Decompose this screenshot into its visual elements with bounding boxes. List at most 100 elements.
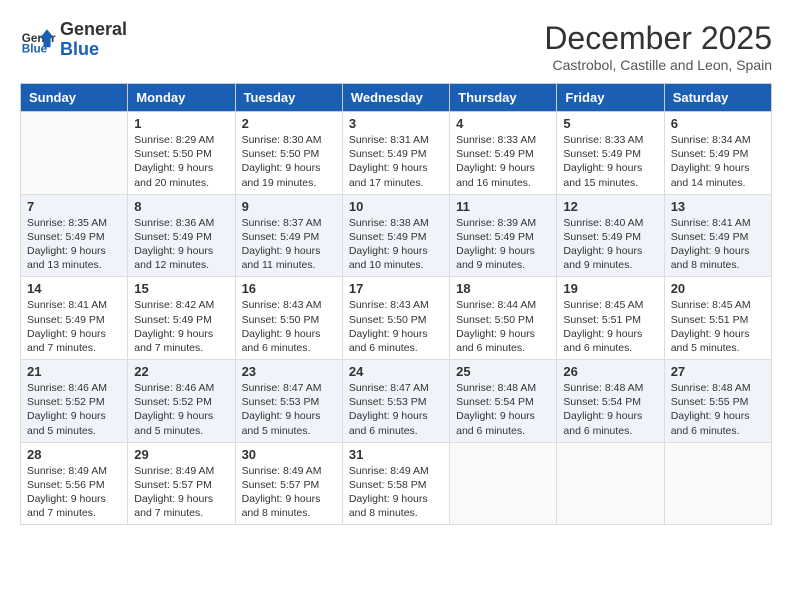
day-info: Sunrise: 8:48 AM Sunset: 5:54 PM Dayligh… (456, 381, 550, 438)
day-number: 8 (134, 199, 228, 214)
day-header-sunday: Sunday (21, 84, 128, 112)
day-number: 27 (671, 364, 765, 379)
day-number: 1 (134, 116, 228, 131)
day-info: Sunrise: 8:49 AM Sunset: 5:57 PM Dayligh… (242, 464, 336, 521)
calendar-cell: 1 Sunrise: 8:29 AM Sunset: 5:50 PM Daylig… (128, 112, 235, 195)
calendar-cell (450, 442, 557, 525)
calendar-cell (664, 442, 771, 525)
day-number: 4 (456, 116, 550, 131)
day-number: 24 (349, 364, 443, 379)
calendar-cell: 17 Sunrise: 8:43 AM Sunset: 5:50 PM Dayli… (342, 277, 449, 360)
calendar-cell: 29 Sunrise: 8:49 AM Sunset: 5:57 PM Dayli… (128, 442, 235, 525)
day-info: Sunrise: 8:41 AM Sunset: 5:49 PM Dayligh… (27, 298, 121, 355)
day-info: Sunrise: 8:40 AM Sunset: 5:49 PM Dayligh… (563, 216, 657, 273)
day-number: 6 (671, 116, 765, 131)
calendar-cell: 21 Sunrise: 8:46 AM Sunset: 5:52 PM Dayli… (21, 360, 128, 443)
day-number: 25 (456, 364, 550, 379)
calendar-cell: 10 Sunrise: 8:38 AM Sunset: 5:49 PM Dayli… (342, 194, 449, 277)
calendar-cell: 12Sunrise: 8:40 AM Sunset: 5:49 PM Dayli… (557, 194, 664, 277)
calendar-cell: 3Sunrise: 8:31 AM Sunset: 5:49 PM Daylig… (342, 112, 449, 195)
day-info: Sunrise: 8:45 AM Sunset: 5:51 PM Dayligh… (671, 298, 765, 355)
calendar-cell: 30Sunrise: 8:49 AM Sunset: 5:57 PM Dayli… (235, 442, 342, 525)
calendar-cell (557, 442, 664, 525)
day-number: 15 (134, 281, 228, 296)
calendar-cell: 7 Sunrise: 8:35 AM Sunset: 5:49 PM Daylig… (21, 194, 128, 277)
day-number: 22 (134, 364, 228, 379)
calendar-cell: 22 Sunrise: 8:46 AM Sunset: 5:52 PM Dayli… (128, 360, 235, 443)
week-row-2: 7 Sunrise: 8:35 AM Sunset: 5:49 PM Daylig… (21, 194, 772, 277)
day-info: Sunrise: 8:33 AM Sunset: 5:49 PM Dayligh… (456, 133, 550, 190)
day-info: Sunrise: 8:43 AM Sunset: 5:50 PM Dayligh… (242, 298, 336, 355)
day-header-monday: Monday (128, 84, 235, 112)
calendar-cell: 6Sunrise: 8:34 AM Sunset: 5:49 PM Daylig… (664, 112, 771, 195)
calendar-cell: 19Sunrise: 8:45 AM Sunset: 5:51 PM Dayli… (557, 277, 664, 360)
day-number: 28 (27, 447, 121, 462)
day-number: 21 (27, 364, 121, 379)
day-info: Sunrise: 8:33 AM Sunset: 5:49 PM Dayligh… (563, 133, 657, 190)
day-number: 13 (671, 199, 765, 214)
day-number: 17 (349, 281, 443, 296)
page-header: General Blue GeneralBlue December 2025 C… (20, 20, 772, 73)
calendar-cell: 20Sunrise: 8:45 AM Sunset: 5:51 PM Dayli… (664, 277, 771, 360)
day-info: Sunrise: 8:39 AM Sunset: 5:49 PM Dayligh… (456, 216, 550, 273)
day-number: 2 (242, 116, 336, 131)
calendar-cell: 4 Sunrise: 8:33 AM Sunset: 5:49 PM Daylig… (450, 112, 557, 195)
calendar-cell: 26Sunrise: 8:48 AM Sunset: 5:54 PM Dayli… (557, 360, 664, 443)
week-row-3: 14Sunrise: 8:41 AM Sunset: 5:49 PM Dayli… (21, 277, 772, 360)
calendar-cell: 31 Sunrise: 8:49 AM Sunset: 5:58 PM Dayli… (342, 442, 449, 525)
day-number: 31 (349, 447, 443, 462)
day-info: Sunrise: 8:45 AM Sunset: 5:51 PM Dayligh… (563, 298, 657, 355)
day-number: 23 (242, 364, 336, 379)
day-info: Sunrise: 8:47 AM Sunset: 5:53 PM Dayligh… (242, 381, 336, 438)
header-row: SundayMondayTuesdayWednesdayThursdayFrid… (21, 84, 772, 112)
calendar-cell: 16 Sunrise: 8:43 AM Sunset: 5:50 PM Dayli… (235, 277, 342, 360)
calendar-cell: 27Sunrise: 8:48 AM Sunset: 5:55 PM Dayli… (664, 360, 771, 443)
day-info: Sunrise: 8:29 AM Sunset: 5:50 PM Dayligh… (134, 133, 228, 190)
calendar-cell: 24 Sunrise: 8:47 AM Sunset: 5:53 PM Dayli… (342, 360, 449, 443)
day-number: 7 (27, 199, 121, 214)
day-info: Sunrise: 8:49 AM Sunset: 5:57 PM Dayligh… (134, 464, 228, 521)
logo-icon: General Blue (20, 22, 56, 58)
day-header-thursday: Thursday (450, 84, 557, 112)
day-number: 3 (349, 116, 443, 131)
calendar-cell: 28Sunrise: 8:49 AM Sunset: 5:56 PM Dayli… (21, 442, 128, 525)
day-info: Sunrise: 8:46 AM Sunset: 5:52 PM Dayligh… (27, 381, 121, 438)
day-header-tuesday: Tuesday (235, 84, 342, 112)
calendar-cell: 5 Sunrise: 8:33 AM Sunset: 5:49 PM Daylig… (557, 112, 664, 195)
day-header-wednesday: Wednesday (342, 84, 449, 112)
title-block: December 2025 Castrobol, Castille and Le… (544, 20, 772, 73)
logo-text: GeneralBlue (60, 20, 127, 60)
day-info: Sunrise: 8:46 AM Sunset: 5:52 PM Dayligh… (134, 381, 228, 438)
calendar-cell: 2 Sunrise: 8:30 AM Sunset: 5:50 PM Daylig… (235, 112, 342, 195)
calendar-cell: 25 Sunrise: 8:48 AM Sunset: 5:54 PM Dayli… (450, 360, 557, 443)
calendar-cell (21, 112, 128, 195)
day-number: 16 (242, 281, 336, 296)
day-info: Sunrise: 8:42 AM Sunset: 5:49 PM Dayligh… (134, 298, 228, 355)
day-number: 5 (563, 116, 657, 131)
day-info: Sunrise: 8:37 AM Sunset: 5:49 PM Dayligh… (242, 216, 336, 273)
day-number: 29 (134, 447, 228, 462)
day-info: Sunrise: 8:44 AM Sunset: 5:50 PM Dayligh… (456, 298, 550, 355)
day-number: 18 (456, 281, 550, 296)
day-header-friday: Friday (557, 84, 664, 112)
day-info: Sunrise: 8:47 AM Sunset: 5:53 PM Dayligh… (349, 381, 443, 438)
day-number: 9 (242, 199, 336, 214)
day-info: Sunrise: 8:49 AM Sunset: 5:58 PM Dayligh… (349, 464, 443, 521)
day-info: Sunrise: 8:36 AM Sunset: 5:49 PM Dayligh… (134, 216, 228, 273)
day-info: Sunrise: 8:35 AM Sunset: 5:49 PM Dayligh… (27, 216, 121, 273)
calendar-cell: 14Sunrise: 8:41 AM Sunset: 5:49 PM Dayli… (21, 277, 128, 360)
week-row-4: 21 Sunrise: 8:46 AM Sunset: 5:52 PM Dayli… (21, 360, 772, 443)
day-number: 10 (349, 199, 443, 214)
day-header-saturday: Saturday (664, 84, 771, 112)
calendar-cell: 9 Sunrise: 8:37 AM Sunset: 5:49 PM Daylig… (235, 194, 342, 277)
day-number: 26 (563, 364, 657, 379)
calendar-cell: 15 Sunrise: 8:42 AM Sunset: 5:49 PM Dayli… (128, 277, 235, 360)
month-title: December 2025 (544, 20, 772, 57)
day-info: Sunrise: 8:38 AM Sunset: 5:49 PM Dayligh… (349, 216, 443, 273)
calendar: SundayMondayTuesdayWednesdayThursdayFrid… (20, 83, 772, 525)
week-row-1: 1 Sunrise: 8:29 AM Sunset: 5:50 PM Daylig… (21, 112, 772, 195)
day-info: Sunrise: 8:30 AM Sunset: 5:50 PM Dayligh… (242, 133, 336, 190)
day-info: Sunrise: 8:43 AM Sunset: 5:50 PM Dayligh… (349, 298, 443, 355)
calendar-cell: 11Sunrise: 8:39 AM Sunset: 5:49 PM Dayli… (450, 194, 557, 277)
calendar-cell: 23 Sunrise: 8:47 AM Sunset: 5:53 PM Dayli… (235, 360, 342, 443)
